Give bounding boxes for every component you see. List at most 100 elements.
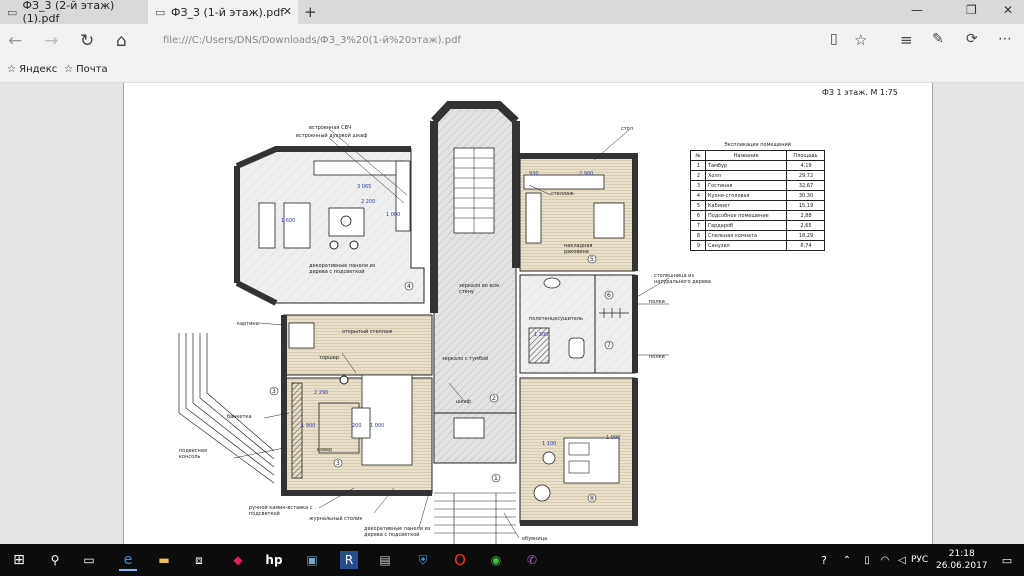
schedule-cell: 6 — [690, 210, 706, 221]
app-icon-1[interactable]: ◆ — [229, 551, 247, 569]
schedule-cell: Кухня-столовая — [705, 190, 787, 201]
schedule-cell: 9 — [690, 240, 706, 251]
schedule-cell: 3 — [690, 180, 706, 191]
dim-7: 1 300 — [534, 332, 549, 338]
schedule-cell: Гостиная — [705, 180, 787, 191]
forward-icon[interactable]: → — [44, 31, 58, 51]
task-view-icon[interactable]: ▭ — [80, 551, 98, 569]
schedule-cell: 7 — [690, 220, 706, 231]
tab-2-label: ФЗ_3 (1-й этаж).pdf — [171, 5, 285, 19]
address-bar[interactable]: file:///C:/Users/DNS/Downloads/ФЗ_3%20(1… — [163, 35, 461, 46]
notifications-icon[interactable]: ▭ — [998, 551, 1016, 569]
volume-icon[interactable]: ◁ — [893, 551, 911, 569]
web-note-icon[interactable]: ✎ — [932, 31, 944, 47]
pdf-viewer: ФЗ 1 этаж. М 1:75 4 5 2 3 8 6 7 1 3 встр… — [0, 83, 1024, 544]
taskbar: ⊞ ⚲ ▭ e ▬ ⧈ ◆ hp ▣ R ▤ ⛨ O ◉ ✆ ? ⌃ ▯ ◠ ◁… — [0, 544, 1024, 576]
tab-2-active[interactable]: ▭ ФЗ_3 (1-й этаж).pdf ✕ — [148, 0, 298, 24]
close-window-icon[interactable]: ✕ — [1003, 3, 1013, 17]
app-icon-3[interactable]: R — [340, 551, 358, 569]
restore-icon[interactable]: ❐ — [966, 3, 977, 17]
schedule-cell: 5 — [690, 200, 706, 211]
edge-icon[interactable]: e — [119, 551, 137, 571]
dim-6: 2 900 — [579, 171, 594, 177]
clock[interactable]: 21:18 26.06.2017 — [936, 548, 988, 572]
schedule-cell: Санузел — [705, 240, 787, 251]
schedule-cell: Спальная комната — [705, 230, 787, 241]
home-icon[interactable]: ⌂ — [116, 31, 127, 51]
schedule-row: 7 Гардероб 2,65 — [690, 220, 825, 231]
schedule-cell: 15,19 — [786, 200, 825, 211]
store-icon[interactable]: ⧈ — [190, 551, 208, 569]
schedule-row: 4 Кухня-столовая 30,30 — [690, 190, 825, 201]
tab-1[interactable]: ▭ ФЗ_3 (2-й этаж)(1).pdf — [0, 0, 145, 25]
app-icon-2[interactable]: ▣ — [303, 551, 321, 569]
shield-icon[interactable]: ⛨ — [414, 551, 432, 569]
schedule-cell: 30,30 — [786, 190, 825, 201]
schedule-row: 8 Спальная комната 18,29 — [690, 230, 825, 241]
dim-2: 2 200 — [361, 199, 376, 205]
opera-icon[interactable]: O — [451, 551, 469, 569]
schedule-row: 9 Санузел 8,74 — [690, 240, 825, 251]
dim-4: 1 000 — [386, 212, 401, 218]
schedule-header: Название — [705, 150, 787, 161]
tab-1-label: ФЗ_3 (2-й этаж)(1).pdf — [22, 0, 115, 25]
dim-12: 1 100 — [542, 441, 557, 447]
schedule-header: № — [690, 150, 706, 161]
schedule-table: № Название Площадь 1 Тамбур 4,19 2 Холл 29,72… — [690, 150, 825, 251]
schedule-cell: 4,19 — [786, 160, 825, 171]
help-icon[interactable]: ? — [815, 551, 833, 569]
start-icon[interactable]: ⊞ — [10, 551, 28, 569]
reading-view-icon[interactable]: ▯ — [830, 31, 838, 47]
minimize-icon[interactable]: — — [911, 3, 923, 17]
dim-8: 2 290 — [314, 390, 329, 396]
schedule-cell: Подсобное помещение — [705, 210, 787, 221]
clock-date: 26.06.2017 — [936, 561, 988, 571]
app-icon-4[interactable]: ▤ — [376, 551, 394, 569]
fav-mail[interactable]: ☆ Почта — [64, 64, 108, 75]
schedule-row: 1 Тамбур 4,19 — [690, 160, 825, 171]
schedule-caption: Экспликация помещений — [723, 142, 792, 148]
new-tab-icon[interactable]: + — [304, 3, 317, 21]
schedule-cell: 2 — [690, 170, 706, 181]
schedule-row: 5 Кабинет 15,19 — [690, 200, 825, 211]
file-explorer-icon[interactable]: ▬ — [155, 551, 173, 569]
hub-icon[interactable]: ≡ — [900, 31, 913, 49]
share-icon[interactable]: ⟳ — [966, 31, 978, 47]
dim-1: 3 065 — [357, 184, 372, 190]
chrome-icon[interactable]: ◉ — [487, 551, 505, 569]
pdf-icon: ▭ — [155, 5, 166, 19]
viber-icon[interactable]: ✆ — [523, 551, 541, 569]
dim-5: 930 — [529, 171, 539, 177]
refresh-icon[interactable]: ↻ — [80, 31, 94, 51]
schedule-cell: 8,74 — [786, 240, 825, 251]
schedule-cell: 1 — [690, 160, 706, 171]
fav-mail-label: Почта — [76, 64, 108, 75]
hp-icon[interactable]: hp — [265, 551, 283, 569]
back-icon[interactable]: ← — [8, 31, 22, 51]
wifi-icon[interactable]: ◠ — [876, 551, 894, 569]
search-icon[interactable]: ⚲ — [46, 551, 64, 569]
fav-yandex[interactable]: ☆ Яндекс — [7, 64, 57, 75]
more-icon[interactable]: ⋯ — [998, 31, 1012, 47]
schedule-cell: 18,29 — [786, 230, 825, 241]
tray-arrow-icon[interactable]: ⌃ — [838, 551, 856, 569]
schedule-cell: 8 — [690, 230, 706, 241]
dim-3: 1 600 — [281, 218, 296, 224]
schedule-cell: 32,67 — [786, 180, 825, 191]
schedule-cell: 29,72 — [786, 170, 825, 181]
close-tab-icon[interactable]: ✕ — [283, 5, 292, 18]
schedule-cell: Холл — [705, 170, 787, 181]
schedule-row: 6 Подсобное помещение 2,88 — [690, 210, 825, 221]
schedule-cell: 4 — [690, 190, 706, 201]
schedule-header: Площадь — [786, 150, 825, 161]
favorite-star-icon[interactable]: ☆ — [854, 31, 867, 49]
nav-bar: ← → ↻ ⌂ file:///C:/Users/DNS/Downloads/Ф… — [0, 24, 1024, 60]
tab-strip: ▭ ФЗ_3 (2-й этаж)(1).pdf ▭ ФЗ_3 (1-й эта… — [0, 0, 1024, 25]
schedule-row: 3 Гостиная 32,67 — [690, 180, 825, 191]
dim-9: 1 900 — [301, 423, 316, 429]
pdf-icon: ▭ — [7, 5, 18, 19]
dim-11: 1 000 — [370, 423, 385, 429]
network-icon[interactable]: ▯ — [858, 551, 876, 569]
language-indicator[interactable]: РУС — [911, 555, 928, 565]
schedule-cell: Гардероб — [705, 220, 787, 231]
